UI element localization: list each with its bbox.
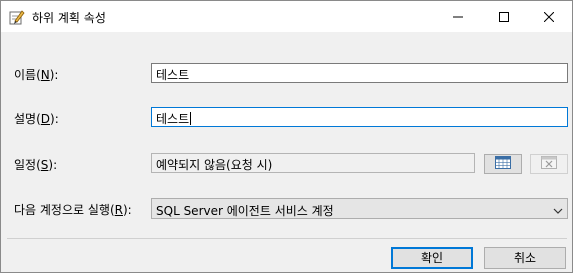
run-as-label: 다음 계정으로 실행(R): [14, 203, 132, 217]
edit-properties-icon [9, 9, 25, 25]
ok-button[interactable]: 확인 [391, 247, 473, 269]
cancel-button[interactable]: 취소 [484, 247, 566, 269]
description-input[interactable]: 테스트 [151, 107, 568, 127]
schedule-field: 예약되지 않음(요청 시) [151, 153, 475, 173]
schedule-label: 일정(S): [14, 158, 58, 172]
title-bar[interactable]: 하위 계획 속성 [1, 1, 572, 32]
minimize-icon [453, 12, 463, 22]
chevron-down-icon [553, 204, 563, 218]
text-caret [190, 112, 192, 125]
window-title: 하위 계획 속성 [32, 11, 106, 25]
remove-schedule-button[interactable] [530, 154, 568, 174]
remove-calendar-icon [541, 156, 557, 172]
calendar-icon [495, 156, 511, 172]
maximize-button[interactable] [481, 1, 527, 32]
run-as-selected-value: SQL Server 에이전트 서비스 계정 [156, 204, 334, 218]
edit-schedule-button[interactable] [484, 154, 522, 174]
close-button[interactable] [526, 1, 572, 32]
minimize-button[interactable] [435, 1, 481, 32]
close-icon [544, 11, 554, 22]
description-label: 설명(D): [14, 112, 59, 126]
run-as-dropdown[interactable]: SQL Server 에이전트 서비스 계정 [151, 198, 568, 219]
divider [7, 238, 567, 239]
name-input[interactable]: 테스트 [151, 63, 568, 83]
sub-plan-properties-dialog: 하위 계획 속성 이름(N): 테스트 설명(D): 테스트 일정(S): 예약… [0, 0, 573, 273]
maximize-icon [499, 11, 509, 22]
name-label: 이름(N): [14, 68, 59, 82]
